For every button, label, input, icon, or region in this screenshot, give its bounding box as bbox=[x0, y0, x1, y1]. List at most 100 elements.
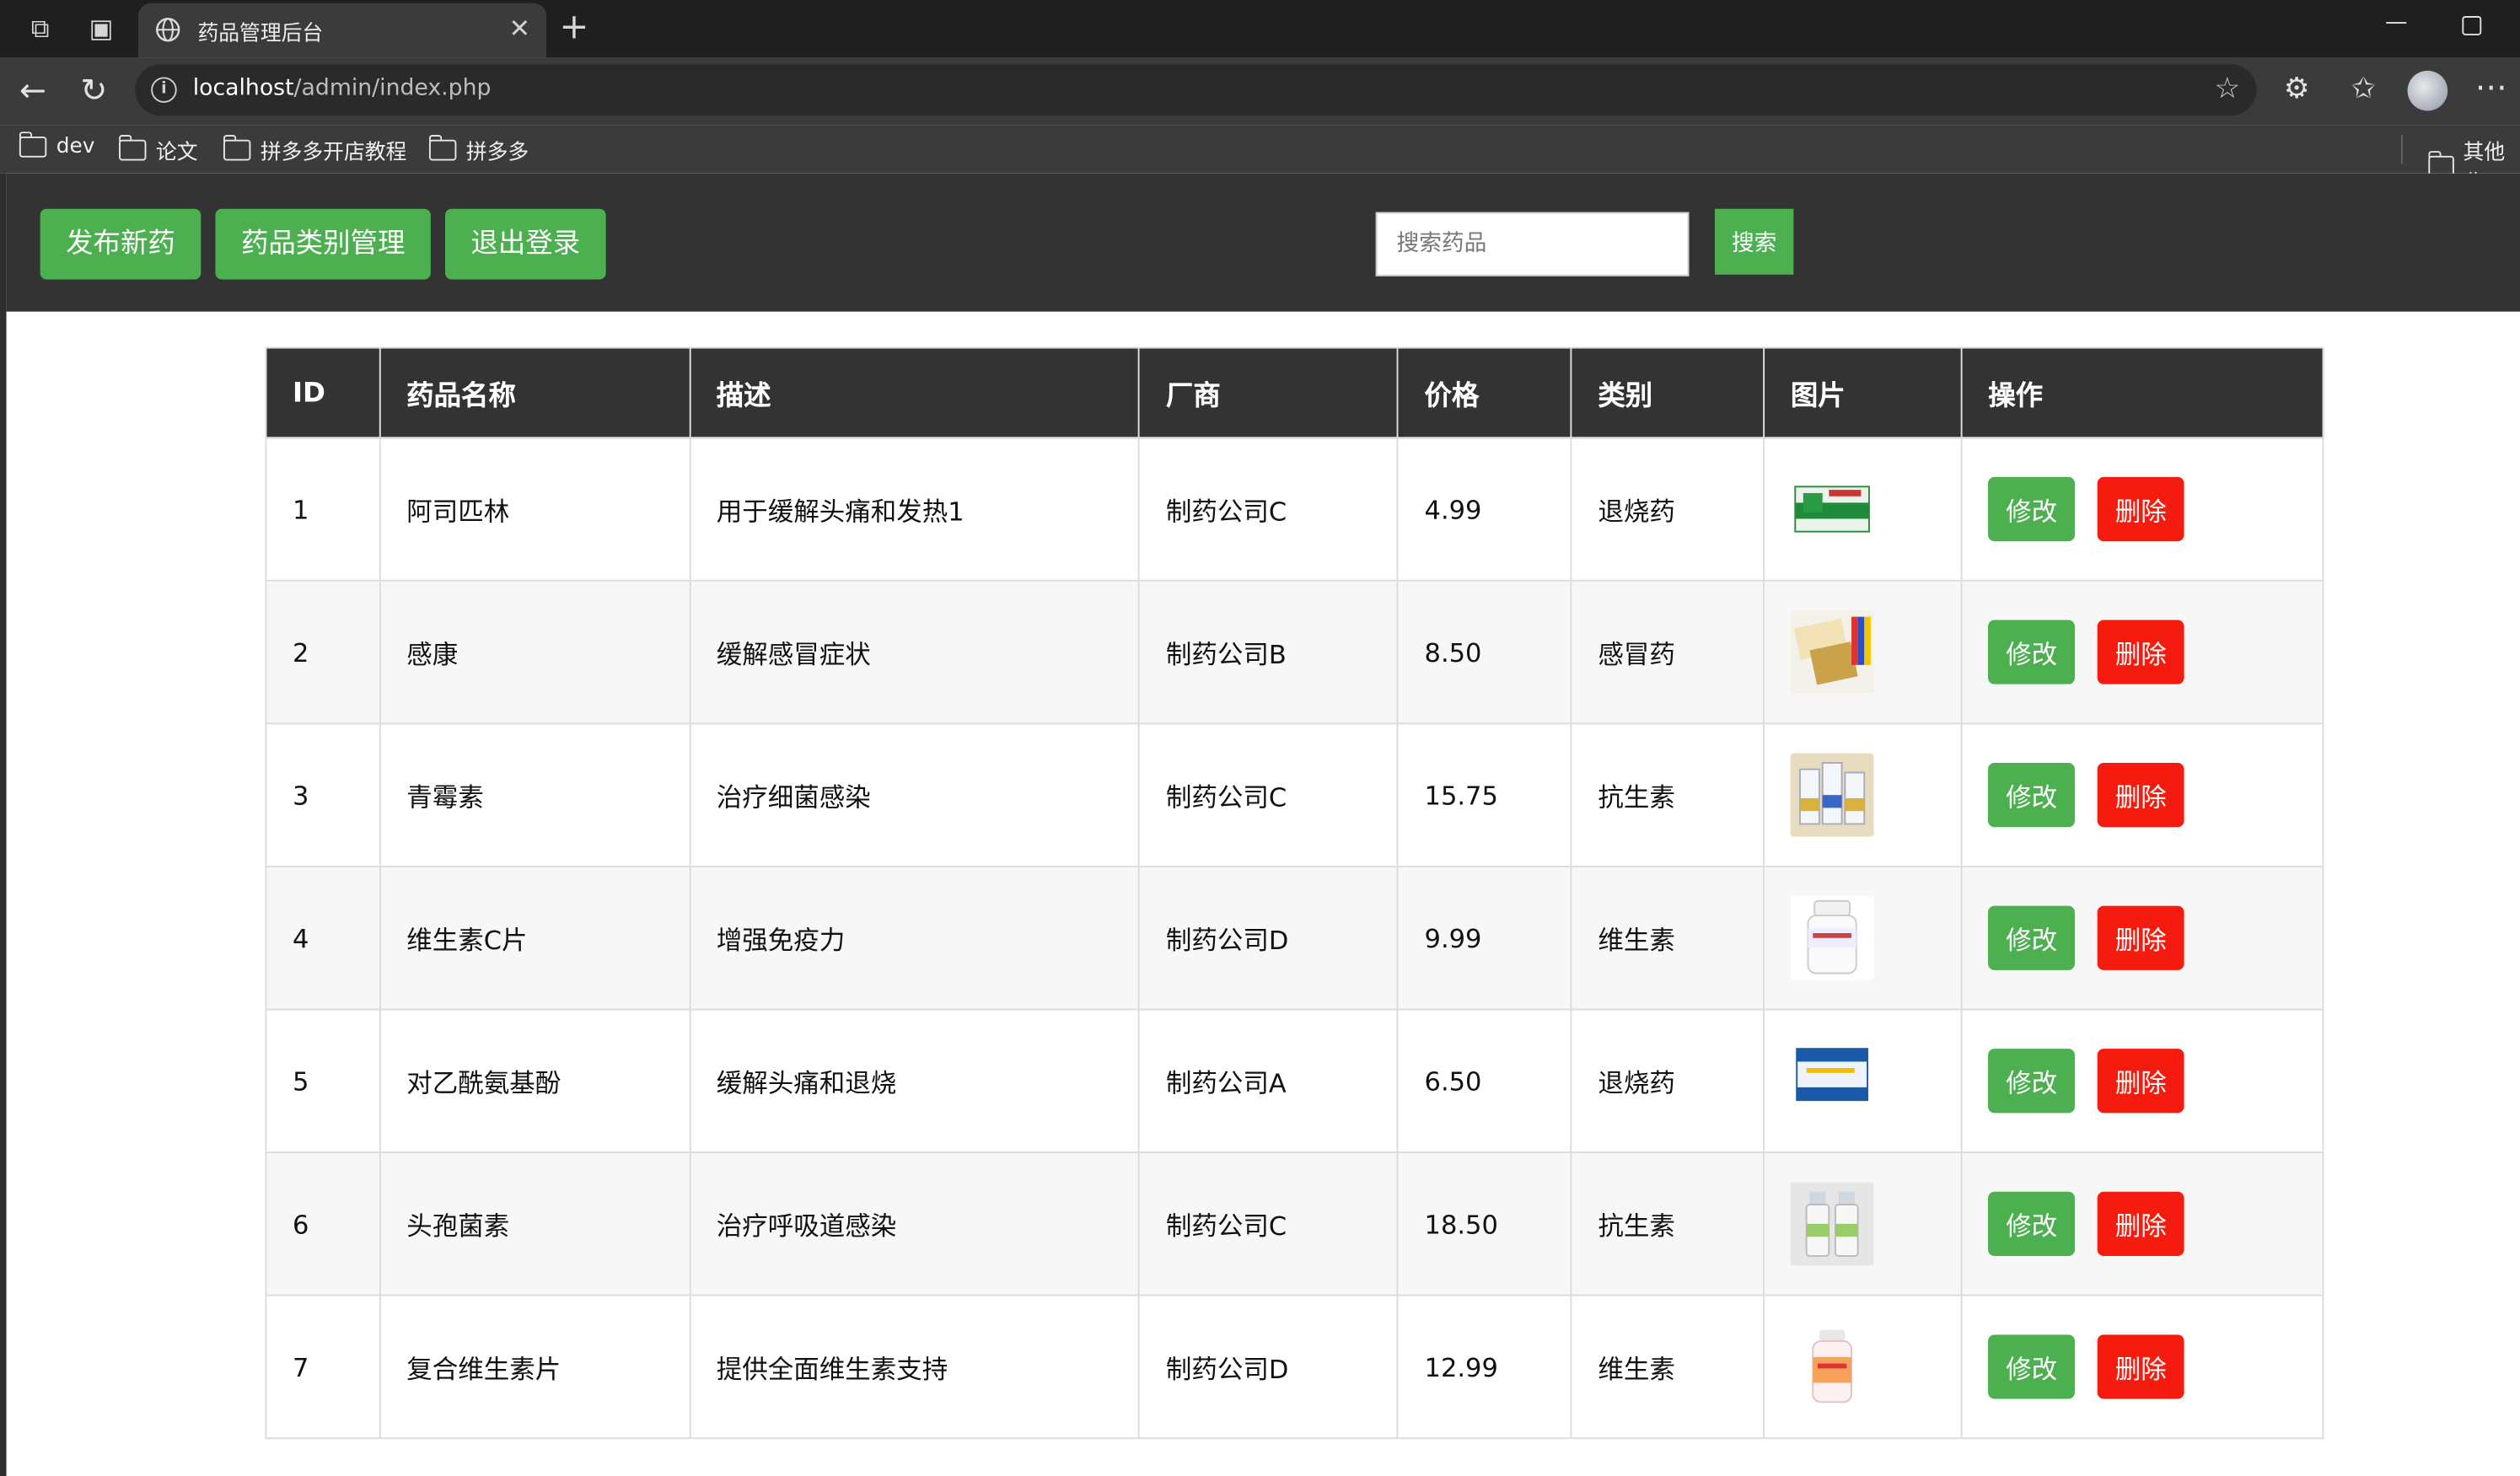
cell-name: 头孢菌素 bbox=[379, 1151, 691, 1296]
cell-category: 抗生素 bbox=[1570, 1151, 1765, 1296]
search-input[interactable] bbox=[1375, 212, 1690, 276]
bookmark-item[interactable]: 论文 bbox=[119, 135, 197, 165]
medicine-box-green-icon bbox=[1790, 467, 1935, 551]
cell-category: 抗生素 bbox=[1570, 722, 1765, 867]
cell-actions: 修改 删除 bbox=[1960, 1008, 2324, 1154]
edit-button[interactable]: 修改 bbox=[1988, 620, 2076, 684]
table-body: 1 阿司匹林 用于缓解头痛和发热1 制药公司C 4.99 退烧药 修改 删除 2 感康 缓解感冒症状… bbox=[265, 437, 2324, 1440]
bookmark-label: dev bbox=[56, 135, 95, 159]
more-menu-icon[interactable]: ⋯ bbox=[2475, 67, 2507, 106]
profile-avatar[interactable] bbox=[2407, 70, 2448, 111]
category-manage-button[interactable]: 药品类别管理 bbox=[215, 208, 431, 280]
table-row: 7 复合维生素片 提供全面维生素支持 制药公司D 12.99 维生素 修改 删除 bbox=[265, 1294, 2324, 1440]
info-icon[interactable]: i bbox=[151, 77, 177, 103]
cell-name: 对乙酰氨基酚 bbox=[379, 1008, 691, 1154]
new-tab-icon[interactable]: + bbox=[559, 8, 588, 49]
cell-image bbox=[1763, 1294, 1963, 1440]
cell-price: 12.99 bbox=[1397, 1294, 1572, 1440]
cell-id: 5 bbox=[265, 1008, 381, 1154]
cell-image bbox=[1763, 437, 1963, 582]
table-row: 6 头孢菌素 治疗呼吸道感染 制药公司C 18.50 抗生素 修改 删除 bbox=[265, 1151, 2324, 1296]
delete-button[interactable]: 删除 bbox=[2097, 620, 2184, 684]
search-button[interactable]: 搜索 bbox=[1714, 208, 1794, 275]
page-content: 发布新药 药品类别管理 退出登录 搜索 ID药品名称描述厂商价格类别图片操作 1… bbox=[6, 173, 2520, 1476]
edit-button[interactable]: 修改 bbox=[1988, 763, 2076, 828]
cell-actions: 修改 删除 bbox=[1960, 865, 2324, 1011]
edit-button[interactable]: 修改 bbox=[1988, 1191, 2076, 1256]
cell-name: 青霉素 bbox=[379, 722, 691, 867]
cell-name: 维生素C片 bbox=[379, 865, 691, 1011]
table-row: 5 对乙酰氨基酚 缓解头痛和退烧 制药公司A 6.50 退烧药 修改 删除 bbox=[265, 1008, 2324, 1154]
cell-name: 感康 bbox=[379, 579, 691, 725]
cell-maker: 制药公司D bbox=[1138, 865, 1400, 1011]
cell-description: 提供全面维生素支持 bbox=[689, 1294, 1141, 1440]
delete-button[interactable]: 删除 bbox=[2097, 1334, 2184, 1399]
cell-description: 用于缓解头痛和发热1 bbox=[689, 437, 1141, 582]
pink-bottle-icon bbox=[1790, 1324, 1935, 1409]
delete-button[interactable]: 删除 bbox=[2097, 905, 2184, 970]
bookmark-label: 拼多多开店教程 bbox=[260, 141, 407, 166]
bookmark-item[interactable]: 拼多多开店教程 bbox=[223, 135, 406, 165]
delete-button[interactable]: 删除 bbox=[2097, 1191, 2184, 1256]
cell-actions: 修改 删除 bbox=[1960, 722, 2324, 867]
cell-price: 8.50 bbox=[1397, 579, 1572, 725]
cell-maker: 制药公司C bbox=[1138, 722, 1400, 867]
cell-maker: 制药公司C bbox=[1138, 437, 1400, 582]
logout-button[interactable]: 退出登录 bbox=[445, 208, 606, 280]
edit-button[interactable]: 修改 bbox=[1988, 1049, 2076, 1114]
favorites-icon[interactable]: ✩ bbox=[2351, 72, 2376, 106]
table-row: 4 维生素C片 增强免疫力 制药公司D 9.99 维生素 修改 删除 bbox=[265, 865, 2324, 1011]
publish-drug-button[interactable]: 发布新药 bbox=[40, 208, 201, 280]
cell-description: 缓解头痛和退烧 bbox=[689, 1008, 1141, 1154]
browser-tab[interactable]: 药品管理后台 ✕ bbox=[137, 3, 547, 58]
drug-table: ID 药品名称 描述 厂商 价格 类别 图片 操作 1 阿司匹林 用于缓解头痛和发热1 制药公司C 4… bbox=[265, 346, 2324, 1440]
cell-maker: 制药公司A bbox=[1138, 1008, 1400, 1154]
vertical-tabs-icon[interactable]: ▣ bbox=[83, 11, 119, 46]
column-header: 描述 bbox=[689, 346, 1141, 439]
cell-id: 2 bbox=[265, 579, 381, 725]
delete-button[interactable]: 删除 bbox=[2097, 476, 2184, 542]
edit-button[interactable]: 修改 bbox=[1988, 905, 2076, 970]
cell-description: 治疗呼吸道感染 bbox=[689, 1151, 1141, 1296]
browser-tab-bar: ⧉ ▣ 药品管理后台 ✕ + — bbox=[0, 0, 2520, 58]
cell-price: 6.50 bbox=[1397, 1008, 1572, 1154]
folder-icon bbox=[19, 131, 47, 158]
browser-toolbar: ← ↻ i localhost/admin/index.php ☆ ⚙ ✩ ⋯ bbox=[0, 57, 2520, 126]
refresh-icon[interactable]: ↻ bbox=[80, 72, 107, 108]
bookmark-item[interactable]: 拼多多 bbox=[428, 135, 529, 165]
vials-icon bbox=[1790, 753, 1935, 837]
cell-name: 复合维生素片 bbox=[379, 1294, 691, 1440]
cell-maker: 制药公司B bbox=[1138, 579, 1400, 725]
white-bottle-icon bbox=[1790, 896, 1935, 980]
cell-price: 18.50 bbox=[1397, 1151, 1572, 1296]
close-tab-icon[interactable]: ✕ bbox=[509, 13, 531, 43]
url-text: localhost/admin/index.php bbox=[193, 76, 492, 101]
medicine-packs-icon bbox=[1790, 610, 1935, 695]
workspaces-icon[interactable]: ⧉ bbox=[23, 11, 58, 46]
url-host: localhost bbox=[192, 75, 294, 102]
column-header: ID bbox=[265, 346, 381, 439]
cell-image bbox=[1763, 722, 1963, 867]
delete-button[interactable]: 删除 bbox=[2097, 763, 2184, 828]
cell-id: 1 bbox=[265, 437, 381, 582]
cell-price: 15.75 bbox=[1397, 722, 1572, 867]
column-header: 操作 bbox=[1960, 346, 2324, 439]
url-path: /admin/index.php bbox=[293, 75, 492, 102]
minimize-icon[interactable]: — bbox=[2385, 9, 2408, 35]
cell-id: 7 bbox=[265, 1294, 381, 1440]
back-icon[interactable]: ← bbox=[19, 72, 46, 108]
edit-button[interactable]: 修改 bbox=[1988, 1334, 2076, 1399]
address-bar[interactable]: i localhost/admin/index.php ☆ bbox=[135, 64, 2257, 116]
cell-description: 治疗细菌感染 bbox=[689, 722, 1141, 867]
cell-actions: 修改 删除 bbox=[1960, 1151, 2324, 1296]
favorite-star-icon[interactable]: ☆ bbox=[2215, 72, 2241, 106]
bookmark-item[interactable]: dev bbox=[19, 131, 95, 159]
restore-icon[interactable] bbox=[2462, 16, 2482, 35]
extensions-icon[interactable]: ⚙ bbox=[2284, 72, 2310, 106]
tab-title: 药品管理后台 bbox=[197, 22, 324, 47]
table-row: 2 感康 缓解感冒症状 制药公司B 8.50 感冒药 修改 删除 bbox=[265, 579, 2324, 725]
folder-icon bbox=[119, 135, 147, 161]
edit-button[interactable]: 修改 bbox=[1988, 476, 2076, 542]
delete-button[interactable]: 删除 bbox=[2097, 1049, 2184, 1114]
cell-id: 4 bbox=[265, 865, 381, 1011]
